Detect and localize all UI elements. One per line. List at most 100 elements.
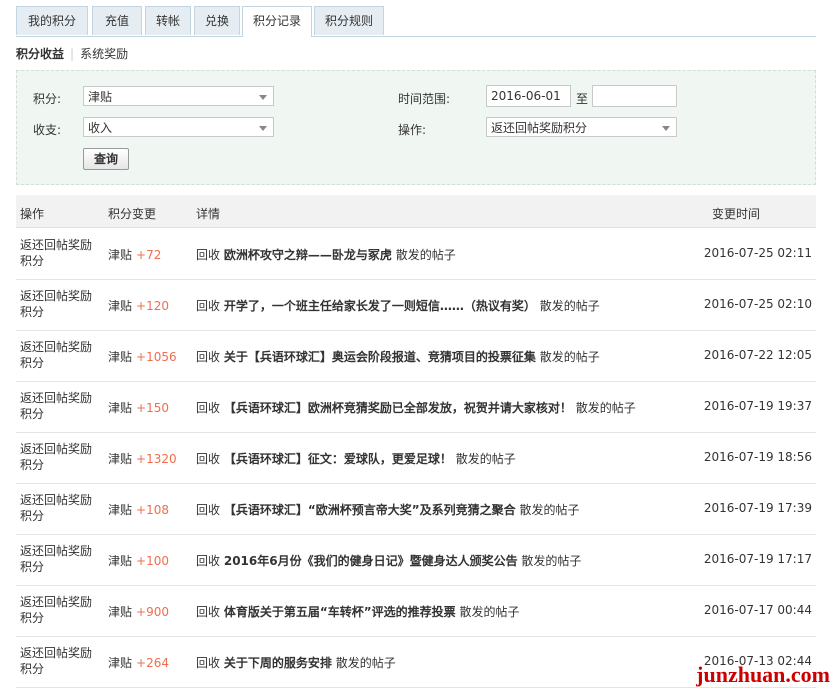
date-from-input[interactable]: 2016-06-01	[486, 85, 571, 107]
row-credit-type: 津贴	[108, 299, 133, 313]
row-amount: +1320	[136, 452, 177, 466]
row-detail-suffix: 散发的帖子	[575, 401, 636, 415]
inout-select-value: 收入	[88, 121, 113, 135]
row-change: 津贴 +1056	[108, 348, 177, 365]
table-row: 返还回帖奖励积分 津贴 +150 回收 【兵语环球汇】欧洲杯竞猜奖励已全部发放，祝贺并…	[16, 381, 816, 433]
row-amount: +72	[136, 248, 162, 262]
filter-panel: 积分: 津贴 时间范围: 2016-06-01 至 收支: 收入 操作: 返还回…	[16, 70, 816, 185]
row-detail: 回收 【兵语环球汇】“欧洲杯预言帝大奖”及系列竞猜之聚合 散发的帖子	[196, 501, 579, 518]
row-thread-link[interactable]: 体育版关于第五届“车转杯”评选的推荐投票	[224, 605, 456, 619]
row-detail-suffix: 散发的帖子	[335, 656, 396, 670]
inout-label: 收支:	[33, 123, 62, 137]
row-detail-prefix: 回收	[196, 656, 221, 670]
row-detail-prefix: 回收	[196, 554, 221, 568]
row-change: 津贴 +120	[108, 297, 169, 314]
row-detail-prefix: 回收	[196, 299, 221, 313]
row-thread-link[interactable]: 开学了，一个班主任给家长发了一则短信……（热议有奖）	[224, 299, 536, 313]
row-amount: +264	[136, 656, 169, 670]
row-operation: 返还回帖奖励积分	[20, 442, 93, 472]
row-operation: 返还回帖奖励积分	[20, 238, 93, 268]
row-amount: +100	[136, 554, 169, 568]
row-detail: 回收 【兵语环球汇】征文：爱球队，更爱足球！ 散发的帖子	[196, 450, 516, 467]
header-change: 积分变更	[108, 207, 157, 221]
row-thread-link[interactable]: 欧洲杯攻守之辩——卧龙与冢虎	[224, 248, 392, 262]
row-change: 津贴 +72	[108, 246, 161, 263]
table-row: 返还回帖奖励积分 津贴 +1320 回收 【兵语环球汇】征文：爱球队，更爱足球！ 散发…	[16, 432, 816, 484]
chevron-down-icon	[259, 126, 267, 131]
chevron-down-icon	[259, 95, 267, 100]
row-credit-type: 津贴	[108, 554, 133, 568]
tab-exchange[interactable]: 兑换	[194, 6, 240, 35]
row-operation: 返还回帖奖励积分	[20, 340, 93, 370]
row-detail-prefix: 回收	[196, 248, 221, 262]
row-detail-prefix: 回收	[196, 503, 221, 517]
row-credit-type: 津贴	[108, 605, 133, 619]
row-detail-suffix: 散发的帖子	[539, 350, 600, 364]
row-credit-type: 津贴	[108, 656, 133, 670]
row-detail-prefix: 回收	[196, 350, 221, 364]
row-detail: 回收 欧洲杯攻守之辩——卧龙与冢虎 散发的帖子	[196, 246, 456, 263]
row-detail-suffix: 散发的帖子	[455, 452, 516, 466]
credit-select[interactable]: 津贴	[83, 86, 274, 106]
row-detail: 回收 2016年6月份《我们的健身日记》暨健身达人颁奖公告 散发的帖子	[196, 552, 581, 569]
row-credit-type: 津贴	[108, 248, 133, 262]
row-detail: 回收 【兵语环球汇】欧洲杯竞猜奖励已全部发放，祝贺并请大家核对！ 散发的帖子	[196, 399, 636, 416]
row-operation: 返还回帖奖励积分	[20, 289, 93, 319]
table-row: 返还回帖奖励积分 津贴 +100 回收 2016年6月份《我们的健身日记》暨健身达人颁…	[16, 534, 816, 586]
row-thread-link[interactable]: 2016年6月份《我们的健身日记》暨健身达人颁奖公告	[224, 554, 518, 568]
row-detail: 回收 体育版关于第五届“车转杯”评选的推荐投票 散发的帖子	[196, 603, 519, 620]
row-detail-suffix: 散发的帖子	[459, 605, 520, 619]
tab-my-credits[interactable]: 我的积分	[16, 6, 88, 35]
row-credit-type: 津贴	[108, 503, 133, 517]
row-time: 2016-07-19 17:17	[703, 552, 812, 566]
row-change: 津贴 +1320	[108, 450, 177, 467]
row-time: 2016-07-22 12:05	[703, 348, 812, 362]
row-thread-link[interactable]: 关于下周的服务安排	[224, 656, 332, 670]
row-amount: +108	[136, 503, 169, 517]
row-detail-prefix: 回收	[196, 605, 221, 619]
table-row: 返还回帖奖励积分 津贴 +120 回收 开学了，一个班主任给家长发了一则短信……（热议…	[16, 279, 816, 331]
table-header: 操作 积分变更 详情 变更时间	[16, 195, 816, 228]
header-detail: 详情	[196, 207, 221, 221]
row-thread-link[interactable]: 【兵语环球汇】“欧洲杯预言帝大奖”及系列竞猜之聚合	[224, 503, 516, 517]
to-label: 至	[576, 92, 589, 106]
tab-credit-rules[interactable]: 积分规则	[314, 6, 384, 35]
subnav-system[interactable]: 系统奖励	[80, 47, 128, 61]
row-change: 津贴 +900	[108, 603, 169, 620]
row-detail-suffix: 散发的帖子	[521, 554, 582, 568]
subnav-income[interactable]: 积分收益	[16, 47, 64, 61]
row-operation: 返还回帖奖励积分	[20, 391, 93, 421]
row-credit-type: 津贴	[108, 350, 133, 364]
header-time: 变更时间	[712, 207, 761, 221]
tab-bar: 我的积分 充值 转帐 兑换 积分记录 积分规则	[16, 6, 816, 37]
row-thread-link[interactable]: 关于【兵语环球汇】奥运会阶段报道、竞猜项目的投票征集	[224, 350, 536, 364]
inout-select[interactable]: 收入	[83, 117, 274, 137]
date-to-input[interactable]	[592, 85, 677, 107]
tab-recharge[interactable]: 充值	[92, 6, 142, 35]
query-button[interactable]: 查询	[83, 148, 129, 170]
row-credit-type: 津贴	[108, 452, 133, 466]
table-row: 返还回帖奖励积分 津贴 +900 回收 体育版关于第五届“车转杯”评选的推荐投票 散发…	[16, 585, 816, 637]
row-change: 津贴 +150	[108, 399, 169, 416]
credit-select-value: 津贴	[88, 90, 113, 104]
tab-transfer[interactable]: 转帐	[145, 6, 191, 35]
row-detail-suffix: 散发的帖子	[395, 248, 456, 262]
row-operation: 返还回帖奖励积分	[20, 493, 93, 523]
tab-credit-log[interactable]: 积分记录	[242, 6, 312, 37]
row-detail-prefix: 回收	[196, 452, 221, 466]
subnav-separator: |	[70, 47, 75, 61]
row-change: 津贴 +264	[108, 654, 169, 671]
action-select[interactable]: 返还回帖奖励积分	[486, 117, 677, 137]
row-amount: +1056	[136, 350, 177, 364]
action-select-value: 返还回帖奖励积分	[491, 121, 588, 135]
row-detail-suffix: 散发的帖子	[539, 299, 600, 313]
row-time: 2016-07-19 18:56	[703, 450, 812, 464]
row-change: 津贴 +108	[108, 501, 169, 518]
sub-nav: 积分收益 | 系统奖励	[16, 45, 128, 62]
table-row: 返还回帖奖励积分 津贴 +72 回收 欧洲杯攻守之辩——卧龙与冢虎 散发的帖子 2016…	[16, 228, 816, 280]
row-operation: 返还回帖奖励积分	[20, 646, 93, 676]
row-thread-link[interactable]: 【兵语环球汇】征文：爱球队，更爱足球！	[224, 452, 452, 466]
table-row: 返还回帖奖励积分 津贴 +1056 回收 关于【兵语环球汇】奥运会阶段报道、竞猜项目的…	[16, 330, 816, 382]
row-thread-link[interactable]: 【兵语环球汇】欧洲杯竞猜奖励已全部发放，祝贺并请大家核对！	[224, 401, 572, 415]
header-op: 操作	[20, 207, 45, 221]
